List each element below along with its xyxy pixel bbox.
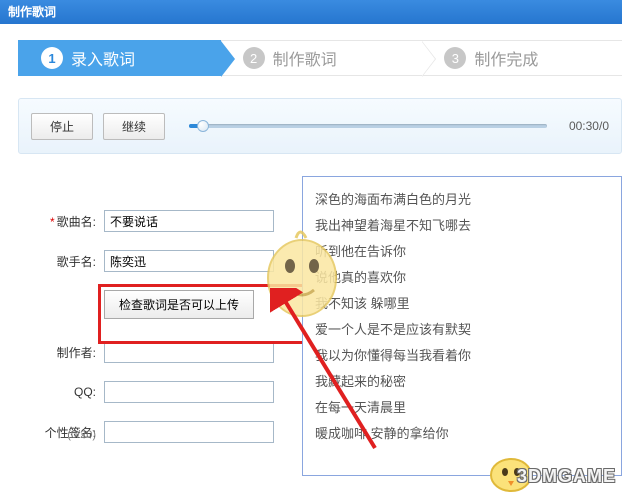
window-title: 制作歌词 <box>0 0 622 24</box>
lyrics-line: 在每一天清晨里 <box>315 395 609 421</box>
check-lyrics-button[interactable]: 检查歌词是否可以上传 <box>104 290 254 319</box>
step-3-complete[interactable]: 3 制作完成 <box>422 40 622 76</box>
audio-player: 停止 继续 00:30/0 <box>18 98 622 154</box>
resume-button[interactable]: 继续 <box>103 113 165 140</box>
metadata-form: *歌曲名: 歌手名: 检查歌词是否可以上传 制作者: QQ: 个性签名: <box>18 176 281 476</box>
singer-name-label: 歌手名: <box>18 253 96 270</box>
song-name-input[interactable] <box>104 210 274 232</box>
stop-button[interactable]: 停止 <box>31 113 93 140</box>
step-1-label: 录入歌词 <box>71 46 135 70</box>
step-3-label: 制作完成 <box>474 46 538 70</box>
lyrics-line: 我出神望着海星不知飞哪去 <box>315 213 609 239</box>
step-2-number: 2 <box>243 47 265 69</box>
qq-label: QQ: <box>18 385 96 399</box>
lyrics-line: 我不知该 躲哪里 <box>315 291 609 317</box>
step-1-number: 1 <box>41 47 63 69</box>
qq-input[interactable] <box>104 381 274 403</box>
singer-name-input[interactable] <box>104 250 274 272</box>
step-3-number: 3 <box>444 47 466 69</box>
lyrics-line: 我以为你懂得每当我看着你 <box>315 343 609 369</box>
lyrics-line: 说他真的喜欢你 <box>315 265 609 291</box>
step-1-enter-lyrics[interactable]: 1 录入歌词 <box>18 40 221 76</box>
playback-time: 00:30/0 <box>569 119 609 133</box>
progress-slider[interactable] <box>189 115 547 137</box>
signature-input[interactable] <box>104 421 274 443</box>
maker-input[interactable] <box>104 341 274 363</box>
step-2-make-lyrics[interactable]: 2 制作歌词 <box>221 40 423 76</box>
lyrics-line: 听到他在告诉你 <box>315 239 609 265</box>
step-2-label: 制作歌词 <box>273 46 337 70</box>
lyrics-line: 暖成咖啡 安静的拿给你 <box>315 421 609 447</box>
lyrics-line: 深色的海面布满白色的月光 <box>315 187 609 213</box>
lyrics-line: 我藏起来的秘密 <box>315 369 609 395</box>
wizard-steps: 1 录入歌词 2 制作歌词 3 制作完成 <box>18 40 622 76</box>
progress-thumb[interactable] <box>197 120 209 132</box>
maker-label: 制作者: <box>18 344 96 361</box>
lyrics-textarea[interactable]: 深色的海面布满白色的月光我出神望着海星不知飞哪去听到他在告诉你说他真的喜欢你我不… <box>302 176 622 476</box>
song-name-label: *歌曲名: <box>18 213 96 230</box>
lyrics-line: 爱一个人是不是应该有默契 <box>315 317 609 343</box>
